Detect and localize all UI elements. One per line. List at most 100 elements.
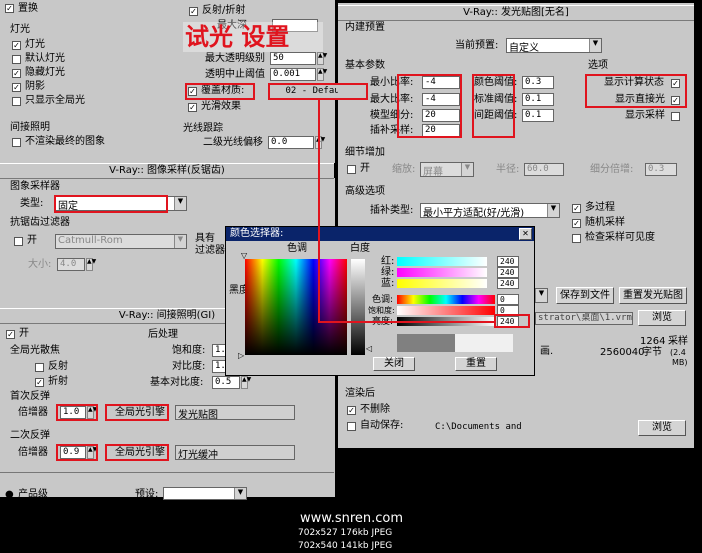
max-transp-field[interactable]: 50 (270, 52, 316, 65)
base-contrast-label: 基本对比度: (150, 377, 204, 388)
hidden-lights-checkbox[interactable]: ✓ (12, 69, 21, 78)
whiteness-marker-icon: ◁ (366, 344, 373, 353)
image-sampler-rollout[interactable]: V-Ray:: 图像采样(反锯齿) (0, 163, 334, 179)
highlight-secondary-engine (105, 444, 169, 461)
refl-refr-checkbox[interactable]: ✓ (189, 7, 198, 16)
red-slider[interactable] (397, 257, 487, 266)
gi-only-label: 只显示全局光 (25, 95, 85, 106)
transp-cutoff-field[interactable]: 0.001 (270, 68, 316, 81)
irradiance-title: V-Ray:: 发光贴图[无名] (463, 7, 569, 18)
gi-reflect-checkbox[interactable] (35, 363, 44, 372)
aa-filter-dropdown[interactable]: Catmull-Rom ▼ (55, 234, 187, 249)
aa-filter-group: 抗锯齿过滤器 (10, 217, 70, 228)
gi-refract-checkbox[interactable]: ✓ (35, 378, 44, 387)
auto-save-label: 自动保存: (360, 420, 404, 431)
glossy-checkbox[interactable]: ✓ (188, 103, 197, 112)
preset-label: 预设: (135, 489, 159, 500)
base-contrast-spinner[interactable]: ▲▼ (241, 376, 251, 389)
dont-delete-checkbox[interactable]: ✓ (347, 406, 356, 415)
base-contrast-field[interactable]: 0.5 (212, 376, 240, 389)
color-picker-reset-button[interactable]: 重置 (455, 357, 497, 371)
detail-on-checkbox[interactable] (347, 165, 356, 174)
randomize-checkbox[interactable]: ✓ (572, 219, 581, 228)
save-to-file-button[interactable]: 保存到文件 (556, 287, 614, 304)
hue2-field[interactable]: 0 (497, 294, 519, 305)
lights-checkbox[interactable]: ✓ (12, 41, 21, 50)
chevron-down-icon: ▼ (461, 163, 473, 176)
interp-type-value: 最小平方适配(好/光滑) (423, 208, 525, 219)
browse2-button[interactable]: 浏览 (638, 420, 686, 436)
shadows-checkbox[interactable]: ✓ (12, 83, 21, 92)
preset-dropdown[interactable]: ▼ (163, 487, 247, 500)
color-picker-close-icon[interactable]: ✕ (519, 228, 532, 240)
ray-trace-group: 光线跟踪 (183, 123, 223, 134)
check-visibility-checkbox[interactable] (572, 234, 581, 243)
multipass-checkbox[interactable]: ✓ (572, 204, 581, 213)
gi-only-checkbox[interactable] (12, 97, 21, 106)
reset-map-button[interactable]: 重置发光贴图 (619, 287, 687, 304)
auto-save-checkbox[interactable] (347, 422, 356, 431)
highlight-mtl-slot (268, 83, 368, 100)
connector-vertical (318, 99, 320, 322)
secondary-bias-field[interactable]: 0.0 (268, 136, 314, 149)
scale-label: 缩放: (392, 164, 416, 175)
aa-filter-checkbox[interactable] (14, 237, 23, 246)
red-field[interactable]: 240 (497, 256, 519, 267)
max-transp-spinner[interactable]: ▲▼ (317, 52, 327, 65)
transp-cutoff-spinner[interactable]: ▲▼ (317, 68, 327, 81)
image-sampler-group: 图象采样器 (10, 181, 60, 192)
blue-field[interactable]: 240 (497, 278, 519, 289)
hue-spectrum[interactable] (245, 259, 347, 355)
interp-type-dropdown[interactable]: 最小平方适配(好/光滑) ▼ (420, 203, 560, 219)
scale-dropdown[interactable]: 屏幕 ▼ (420, 162, 474, 178)
randomize-label: 随机采样 (585, 217, 625, 228)
color-picker-reset-label: 重置 (466, 358, 486, 369)
clr-thresh-field[interactable]: 0.3 (522, 76, 554, 89)
dont-delete-label: 不删除 (360, 404, 390, 415)
chevron-down-icon: ▼ (547, 204, 559, 217)
builtin-preset-group: 内建预置 (345, 22, 385, 33)
irradiance-rollout[interactable]: V-Ray:: 发光贴图[无名] (338, 5, 694, 21)
blue-label: 蓝: (381, 278, 395, 289)
options-group: 选项 (588, 60, 608, 71)
highlight-val-field (494, 314, 530, 328)
sat-slider[interactable] (397, 306, 495, 315)
green-slider[interactable] (397, 268, 487, 277)
replace-checkbox[interactable]: ✓ (5, 4, 14, 13)
browse-button[interactable]: 浏览 (638, 310, 686, 326)
refl-refr-label: 反射/折射 (202, 5, 246, 16)
post-group: 后处理 (148, 329, 178, 340)
watermark: www.snren.com (300, 511, 404, 526)
highlight-override-mtl (185, 83, 255, 100)
gi-title: V-Ray:: 间接照明(GI) (118, 310, 216, 321)
primary-engine-dropdown[interactable]: 发光贴图 (175, 405, 295, 421)
no-render-final-checkbox[interactable] (12, 138, 21, 147)
size-label: 大小: (28, 259, 52, 270)
nrm-thresh-field[interactable]: 0.1 (522, 93, 554, 106)
dist-thresh-field[interactable]: 0.1 (522, 109, 554, 122)
hue-label: 色调 (287, 243, 307, 254)
show-samples-checkbox[interactable] (671, 112, 680, 121)
secondary-engine-dropdown[interactable]: 灯光缓冲 (175, 445, 295, 461)
color-picker-close-button[interactable]: 关闭 (373, 357, 415, 371)
aa-desc-line1: 具有 (195, 233, 215, 244)
blue-slider[interactable] (397, 279, 487, 288)
connector-horizontal (318, 321, 494, 323)
hue2-slider[interactable] (397, 295, 495, 304)
green-field[interactable]: 240 (497, 267, 519, 278)
current-preset-dropdown[interactable]: 自定义 ▼ (506, 38, 602, 54)
primary-engine-value: 发光贴图 (178, 410, 218, 421)
default-lights-checkbox[interactable] (12, 55, 21, 64)
subdiv-mult-field[interactable]: 0.3 (645, 163, 677, 176)
gi-on-checkbox[interactable]: ✓ (6, 330, 15, 339)
size-spinner[interactable]: ▲▼ (86, 258, 96, 271)
radius-field[interactable]: 60.0 (524, 163, 564, 176)
contrast-label: 对比度: (172, 361, 206, 372)
size-field[interactable]: 4.0 (57, 258, 85, 271)
whiteness-bar[interactable] (351, 259, 365, 355)
product-level-radio[interactable]: ● (5, 489, 14, 501)
advanced-group: 高级选项 (345, 186, 385, 197)
blackness-marker-icon: ▷ (238, 351, 245, 360)
aa-filter-on-label: 开 (27, 235, 37, 246)
check-visibility-label: 检查采样可见度 (585, 232, 655, 243)
